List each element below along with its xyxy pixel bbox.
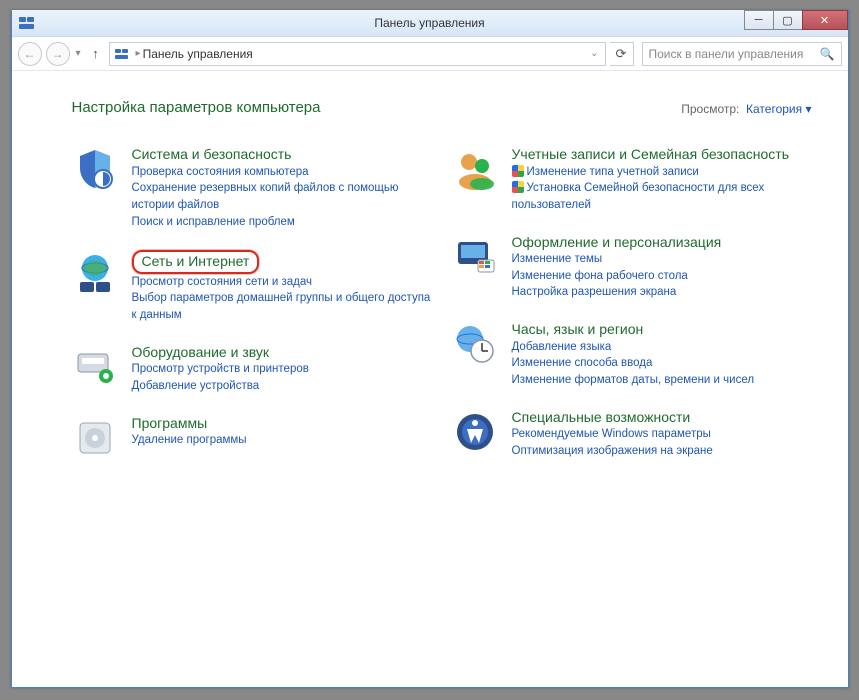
search-icon[interactable]: 🔍 (820, 47, 835, 61)
left-column: Система и безопасность Проверка состояни… (72, 146, 432, 481)
search-input[interactable]: Поиск в панели управления 🔍 (642, 42, 842, 66)
page-title: Настройка параметров компьютера (72, 99, 321, 116)
forward-button[interactable]: → (46, 42, 70, 66)
sublink[interactable]: Изменение темы (512, 251, 722, 268)
breadcrumb-separator-start[interactable]: ▸ (134, 48, 143, 59)
category-title[interactable]: Часы, язык и регион (512, 321, 755, 339)
category-appearance: Оформление и персонализация Изменение те… (452, 234, 812, 302)
control-panel-icon (18, 14, 36, 32)
viewby-dropdown[interactable]: Категория ▾ (746, 102, 811, 116)
category-title[interactable]: Учетные записи и Семейная безопасность (512, 146, 812, 164)
programs-icon (72, 415, 118, 461)
sublink[interactable]: Сохранение резервных копий файлов с помо… (132, 180, 432, 213)
minimize-button[interactable]: ─ (744, 10, 774, 30)
content-area: Настройка параметров компьютера Просмотр… (12, 71, 848, 687)
sublink[interactable]: Оптимизация изображения на экране (512, 443, 713, 460)
sublink[interactable]: Добавление устройства (132, 378, 309, 395)
refresh-button[interactable]: ⟳ (610, 42, 634, 66)
category-system-security: Система и безопасность Проверка состояни… (72, 146, 432, 230)
breadcrumb-icon (114, 46, 130, 62)
control-panel-window: Панель управления ─ ▢ ✕ ← → ▾ ↑ ▸ Панель… (11, 10, 849, 688)
sublink[interactable]: Установка Семейной безопасности для всех… (512, 180, 812, 213)
user-accounts-icon (452, 146, 498, 192)
sublink[interactable]: Рекомендуемые Windows параметры (512, 426, 713, 443)
sublink[interactable]: Просмотр устройств и принтеров (132, 361, 309, 378)
breadcrumb-dropdown[interactable]: ⌄ (588, 48, 600, 59)
view-by: Просмотр: Категория ▾ (681, 102, 811, 116)
nav-bar: ← → ▾ ↑ ▸ Панель управления ⌄ ⟳ Поиск в … (12, 37, 848, 71)
category-user-accounts: Учетные записи и Семейная безопасность И… (452, 146, 812, 214)
sublink[interactable]: Выбор параметров домашней группы и общег… (132, 290, 432, 323)
sublink[interactable]: Просмотр состояния сети и задач (132, 274, 432, 291)
back-button[interactable]: ← (18, 42, 42, 66)
category-clock-language: Часы, язык и регион Добавление языка Изм… (452, 321, 812, 389)
category-network-internet: Сеть и Интернет Просмотр состояния сети … (72, 250, 432, 324)
close-button[interactable]: ✕ (802, 10, 848, 30)
category-programs: Программы Удаление программы (72, 415, 432, 461)
category-ease-of-access: Специальные возможности Рекомендуемые Wi… (452, 409, 812, 460)
category-title[interactable]: Специальные возможности (512, 409, 713, 427)
up-button[interactable]: ↑ (87, 45, 105, 63)
clock-language-icon (452, 321, 498, 367)
sublink[interactable]: Изменение фона рабочего стола (512, 268, 722, 285)
appearance-icon (452, 234, 498, 280)
category-hardware-sound: Оборудование и звук Просмотр устройств и… (72, 344, 432, 395)
category-title[interactable]: Оборудование и звук (132, 344, 309, 362)
sublink[interactable]: Проверка состояния компьютера (132, 164, 432, 181)
sublink[interactable]: Настройка разрешения экрана (512, 284, 722, 301)
category-title[interactable]: Оформление и персонализация (512, 234, 722, 252)
sublink[interactable]: Изменение способа ввода (512, 355, 755, 372)
category-title-highlighted[interactable]: Сеть и Интернет (132, 250, 260, 274)
window-title: Панель управления (374, 16, 484, 30)
sublink[interactable]: Добавление языка (512, 339, 755, 356)
system-security-icon (72, 146, 118, 192)
sublink[interactable]: Изменение форматов даты, времени и чисел (512, 372, 755, 389)
right-column: Учетные записи и Семейная безопасность И… (452, 146, 812, 481)
hardware-sound-icon (72, 344, 118, 390)
sublink[interactable]: Изменение типа учетной записи (512, 164, 812, 181)
breadcrumb-path[interactable]: Панель управления (143, 47, 253, 61)
viewby-label: Просмотр: (681, 102, 739, 116)
breadcrumb[interactable]: ▸ Панель управления ⌄ (109, 42, 606, 66)
ease-of-access-icon (452, 409, 498, 455)
search-placeholder: Поиск в панели управления (649, 47, 804, 61)
window-buttons: ─ ▢ ✕ (745, 10, 848, 30)
category-title[interactable]: Программы (132, 415, 247, 433)
titlebar: Панель управления ─ ▢ ✕ (12, 10, 848, 37)
sublink[interactable]: Поиск и исправление проблем (132, 214, 432, 231)
network-internet-icon (72, 250, 118, 296)
sublink[interactable]: Удаление программы (132, 432, 247, 449)
recent-locations-button[interactable]: ▾ (74, 48, 83, 59)
maximize-button[interactable]: ▢ (773, 10, 803, 30)
category-title[interactable]: Система и безопасность (132, 146, 432, 164)
